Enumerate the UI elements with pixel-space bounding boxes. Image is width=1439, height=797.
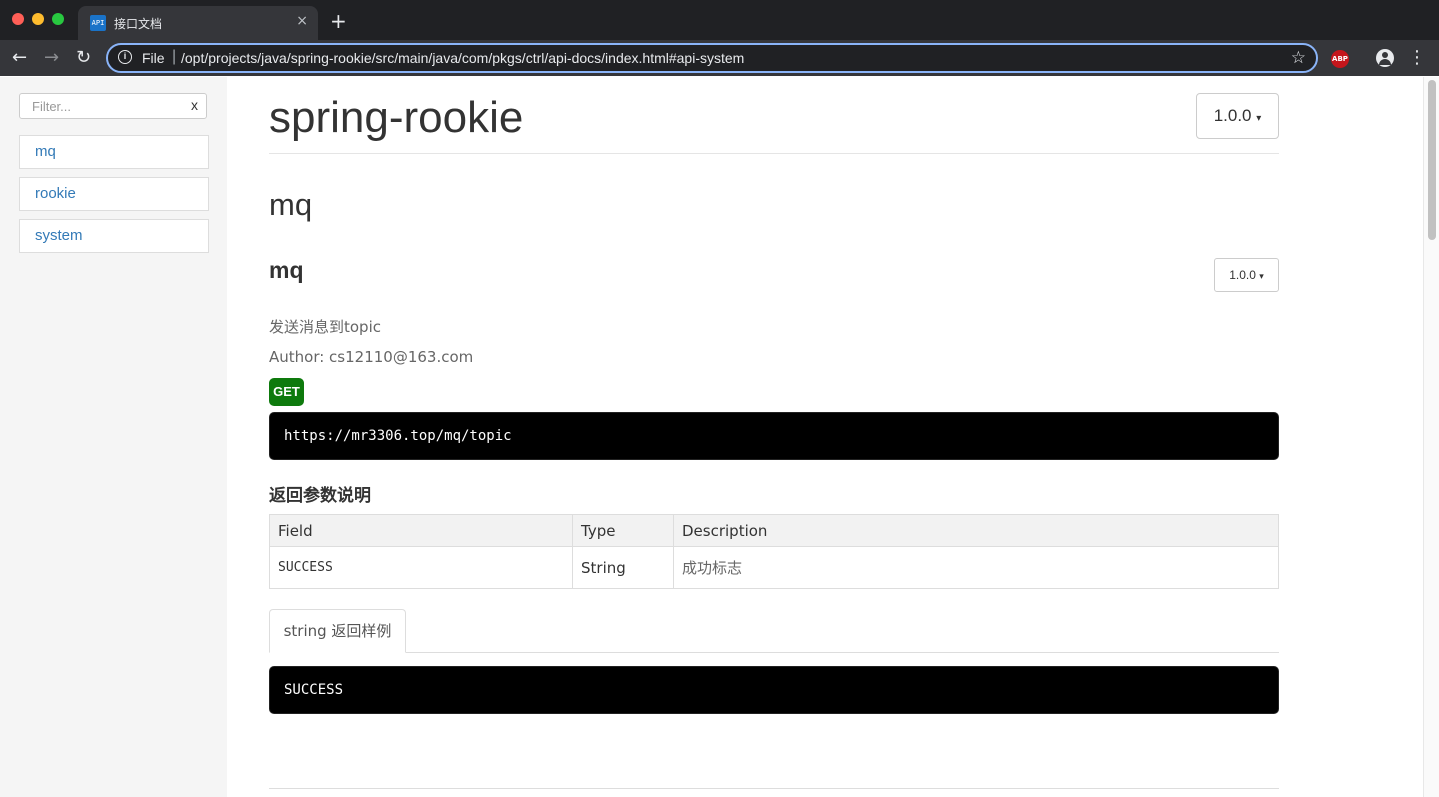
forward-arrow-icon[interactable]: → [44,46,59,70]
caret-down-icon: ▾ [1256,113,1262,124]
browser-tab[interactable]: API 接口文档 × [78,6,318,40]
cell-field: SUCCESS [269,546,573,589]
return-params-heading: 返回参数说明 [269,486,371,506]
section-divider [269,788,1279,789]
browser-toolbar: ← → ↻ i File | /opt/projects/java/spring… [0,40,1439,76]
table-row: SUCCESS String 成功标志 [269,546,1279,589]
header-type: Type [572,514,674,547]
header-field: Field [269,514,573,547]
browser-tab-strip: API 接口文档 × + [0,0,1439,40]
header-description: Description [673,514,1279,547]
table-header-row: Field Type Description [269,514,1279,547]
sidebar-item-system[interactable]: system [19,219,209,253]
http-method-badge: GET [269,378,304,406]
bookmark-star-icon[interactable]: ☆ [1291,48,1306,68]
cell-type: String [572,546,674,589]
return-params-table: Field Type Description SUCCESS String 成功… [269,514,1279,589]
address-bar[interactable]: i File | /opt/projects/java/spring-rooki… [106,43,1318,73]
sidebar-item-rookie[interactable]: rookie [19,177,209,211]
main-content: spring-rookie 1.0.0 ▾ mq mq 1.0.0 ▾ 发送消息… [227,77,1423,797]
caret-down-icon: ▾ [1259,271,1264,281]
api-version-dropdown[interactable]: 1.0.0 ▾ [1214,258,1279,292]
filter-box: x [19,93,207,119]
api-favicon-icon: API [90,15,106,31]
api-version-label: 1.0.0 [1229,268,1256,282]
group-heading: mq [269,187,313,222]
back-arrow-icon[interactable]: ← [12,46,27,70]
minimize-window-button[interactable] [32,13,44,25]
endpoint-url-code: https://mr3306.top/mq/topic [269,412,1279,460]
scrollbar-thumb[interactable] [1428,80,1436,240]
url-separator: | [172,48,177,65]
browser-menu-icon[interactable]: ⋮ [1408,48,1426,68]
project-version-label: 1.0.0 [1213,106,1252,125]
filter-clear-button[interactable]: x [191,97,198,113]
api-heading: mq [269,257,304,283]
tabs-divider [269,652,1279,653]
new-tab-button[interactable]: + [330,9,347,33]
sample-response-code: SUCCESS [269,666,1279,714]
cell-description: 成功标志 [673,546,1279,589]
sidebar: x mq rookie system [0,77,227,797]
sidebar-item-mq[interactable]: mq [19,135,209,169]
tab-title: 接口文档 [114,17,163,31]
title-divider [269,153,1279,154]
url-text[interactable]: /opt/projects/java/spring-rookie/src/mai… [181,50,744,66]
tab-close-icon[interactable]: × [296,13,308,29]
reload-icon[interactable]: ↻ [76,46,91,70]
project-version-dropdown[interactable]: 1.0.0 ▾ [1196,93,1279,139]
url-scheme-label: File [142,50,165,66]
page-scrollbar[interactable] [1423,77,1439,797]
api-author: Author: cs12110@163.com [269,348,474,366]
info-icon[interactable]: i [118,50,132,64]
api-description: 发送消息到topic [269,318,381,336]
page-title: spring-rookie [269,93,524,142]
adblock-extension-icon[interactable]: ABP [1331,50,1349,68]
profile-avatar-icon[interactable] [1376,49,1394,67]
filter-input[interactable] [20,94,180,118]
zoom-window-button[interactable] [52,13,64,25]
tab-string-sample[interactable]: string 返回样例 [269,609,406,653]
close-window-button[interactable] [12,13,24,25]
